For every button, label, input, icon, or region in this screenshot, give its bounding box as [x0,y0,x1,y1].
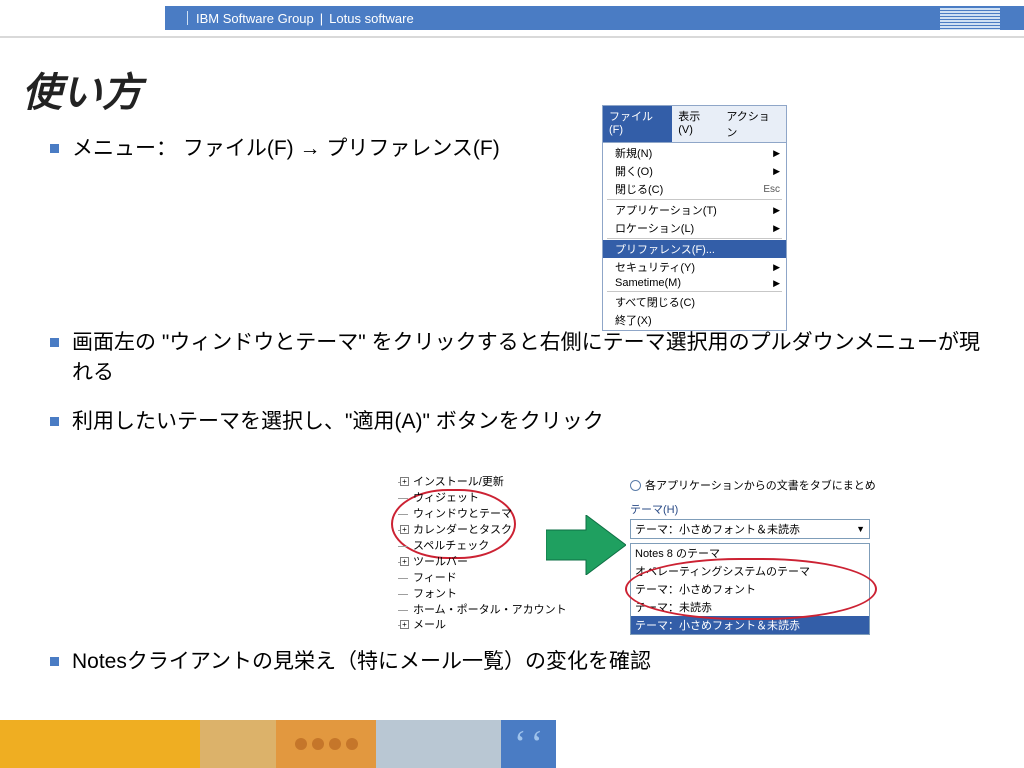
theme-option[interactable]: オペレーティングシステムのテーマ [631,562,869,580]
theme-list[interactable]: Notes 8 のテーマ オペレーティングシステムのテーマ テーマ：小さめフォン… [630,543,870,635]
tree-item-window-theme[interactable]: ウィンドウとテーマ [400,507,567,523]
quote-icon: ‘ [514,729,527,759]
footer-segment [200,720,276,768]
tree-item[interactable]: フィード [400,571,567,587]
dot-icon [295,738,307,750]
tree-item[interactable]: ホーム・ポータル・アカウント [400,603,567,619]
footer-segment [0,720,200,768]
quote-icon: ‘ [531,729,544,759]
footer-segment-dots [276,720,376,768]
tree-expand-icon[interactable]: + [400,525,409,534]
bullet-4: Notesクライアントの見栄え（特にメール一覧）の変化を確認 [50,647,988,676]
bullet-1: メニュー： ファイル(F) → プリファレンス(F) [50,134,550,163]
theme-combo[interactable]: テーマ：小さめフォント＆未読赤 ▼ [630,519,870,539]
theme-panel: 各アプリケーションからの文書をタブにまとめ テーマ(H) テーマ：小さめフォント… [630,475,950,635]
header-blue-strip: IBM Software Group | Lotus software [165,6,1024,30]
theme-option[interactable]: テーマ：未読赤 [631,598,869,616]
tree-item[interactable]: +ツールバー [400,555,567,571]
tree-expand-icon[interactable]: + [400,477,409,486]
tree-expand-icon[interactable]: + [400,620,409,629]
slide-title: 使い方 [0,36,1024,126]
header: IBM Software Group | Lotus software [0,0,1024,36]
tree-item[interactable]: +メール [400,618,567,634]
tree-item[interactable]: フォント [400,587,567,603]
theme-section-label: テーマ(H) [630,501,950,517]
tree-item[interactable]: ウィジェット [400,491,567,507]
green-arrow-icon [546,515,626,575]
header-group: IBM Software Group [196,11,314,26]
bullet-2: 画面左の "ウィンドウとテーマ" をクリックすると右側にテーマ選択用のプルダウン… [50,328,988,387]
radio-icon[interactable] [630,480,641,491]
header-divider-left [187,11,188,25]
footer-segment [556,720,1024,768]
footer-segment [376,720,501,768]
theme-option[interactable]: テーマ：小さめフォント [631,580,869,598]
header-sep: | [320,11,323,26]
footer-segment-quotes: ‘‘ [501,720,556,768]
ibm-logo-icon [940,8,1000,30]
tree-item[interactable]: スペルチェック [400,539,567,555]
tree-item[interactable]: +インストール/更新 [400,475,567,491]
chevron-down-icon[interactable]: ▼ [856,524,865,534]
header-underline [0,36,1024,38]
theme-option-selected[interactable]: テーマ：小さめフォント＆未読赤 [631,616,869,634]
dot-icon [312,738,324,750]
dot-icon [346,738,358,750]
header-product: Lotus software [329,11,414,26]
tab-grouping-radio[interactable]: 各アプリケーションからの文書をタブにまとめ [630,477,950,493]
preferences-screenshot: +インストール/更新 ウィジェット ウィンドウとテーマ +カレンダーとタスク ス… [400,475,960,645]
dot-icon [329,738,341,750]
tree-item[interactable]: +カレンダーとタスク [400,523,567,539]
footer-decorative-band: ‘‘ [0,720,1024,768]
tree-expand-icon[interactable]: + [400,557,409,566]
bullet-3: 利用したいテーマを選択し、"適用(A)" ボタンをクリック [50,407,988,436]
preferences-tree: +インストール/更新 ウィジェット ウィンドウとテーマ +カレンダーとタスク ス… [400,475,567,634]
theme-option[interactable]: Notes 8 のテーマ [631,544,869,562]
